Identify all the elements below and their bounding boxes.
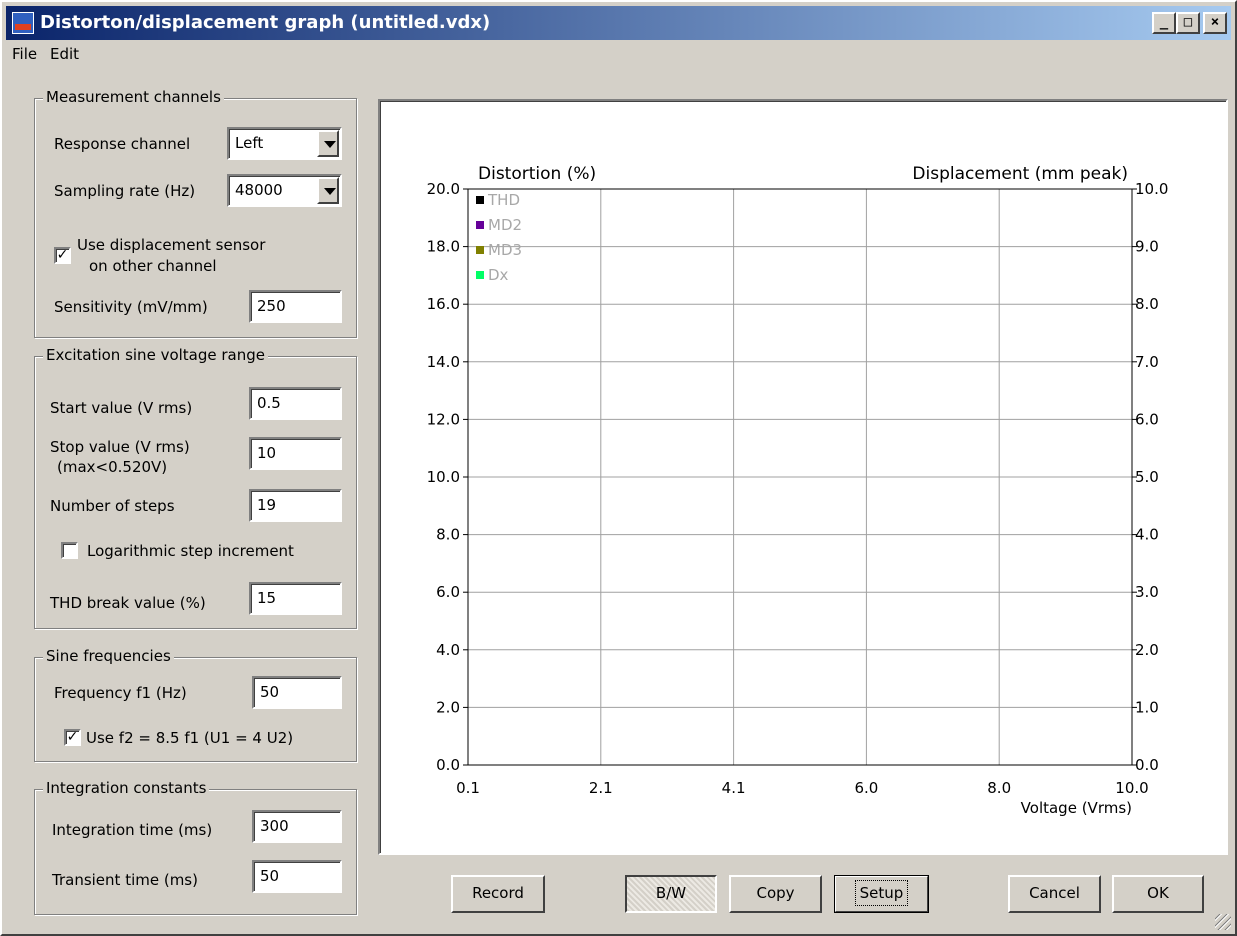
chevron-down-icon[interactable]	[317, 177, 339, 204]
legend-label: THD	[487, 191, 520, 209]
y-left-tick-label: 20.0	[427, 180, 460, 198]
use-displacement-checkbox[interactable]: ✓	[54, 247, 71, 264]
legend-swatch	[476, 221, 484, 229]
number-of-steps-input[interactable]: 19	[249, 489, 342, 522]
y-right-tick-label: 8.0	[1135, 295, 1159, 313]
graph-panel: 0.1 2.1 4.1 6.0 8.0 10.0 0.0 2.0 4.0 6.0 8.0 10.0 12…	[378, 99, 1228, 855]
copy-button[interactable]: Copy	[729, 875, 822, 913]
sampling-rate-value: 48000	[235, 181, 283, 199]
y-right-tick-label: 6.0	[1135, 410, 1159, 428]
y-right-axis-label: Displacement (mm peak)	[912, 164, 1128, 184]
bw-toggle-button[interactable]: B/W	[625, 875, 717, 913]
x-axis-label: Voltage (Vrms)	[1021, 799, 1132, 817]
transient-time-input[interactable]: 50	[252, 860, 342, 893]
y-right-tick-label: 0.0	[1135, 756, 1159, 774]
y-left-tick-label: 10.0	[427, 468, 460, 486]
menu-edit[interactable]: Edit	[50, 45, 79, 63]
y-left-axis-label: Distortion (%)	[478, 164, 596, 184]
chevron-down-icon[interactable]	[317, 130, 339, 157]
transient-time-label: Transient time (ms)	[52, 871, 198, 889]
menu-file[interactable]: File	[12, 45, 37, 63]
logarithmic-step-label: Logarithmic step increment	[87, 542, 294, 560]
group-legend: Measurement channels	[43, 88, 224, 106]
y-right-tick-label: 2.0	[1135, 641, 1159, 659]
record-button[interactable]: Record	[451, 875, 545, 913]
response-channel-select[interactable]: Left	[227, 127, 342, 160]
legend-label: MD3	[488, 241, 522, 259]
y-right-tick-label: 4.0	[1135, 526, 1159, 544]
number-of-steps-label: Number of steps	[50, 497, 175, 515]
legend-swatch	[476, 271, 484, 279]
stop-value-label: Stop value (V rms)	[50, 438, 190, 456]
legend-label: Dx	[488, 266, 509, 284]
x-tick-label: 2.1	[589, 779, 613, 797]
title-bar[interactable]: Distorton/displacement graph (untitled.v…	[6, 6, 1231, 40]
y-right-tick-label: 1.0	[1135, 698, 1159, 716]
sensitivity-label: Sensitivity (mV/mm)	[54, 298, 208, 316]
group-legend: Excitation sine voltage range	[43, 346, 268, 364]
y-left-tick-label: 18.0	[427, 238, 460, 256]
group-legend: Integration constants	[43, 779, 210, 797]
sampling-rate-label: Sampling rate (Hz)	[54, 182, 196, 200]
use-f2-checkbox[interactable]: ✓	[64, 729, 81, 746]
use-f2-label: Use f2 = 8.5 f1 (U1 = 4 U2)	[86, 729, 294, 747]
y-left-tick-label: 6.0	[436, 583, 460, 601]
use-displacement-label: Use displacement sensor	[77, 236, 266, 254]
frequency-f1-input[interactable]: 50	[252, 676, 342, 709]
stop-value-input[interactable]: 10	[249, 437, 342, 470]
y-left-tick-label: 14.0	[427, 353, 460, 371]
y-left-tick-label: 8.0	[436, 526, 460, 544]
integration-time-label: Integration time (ms)	[52, 821, 213, 839]
x-tick-label: 6.0	[854, 779, 878, 797]
thd-break-label: THD break value (%)	[50, 594, 206, 612]
response-channel-value: Left	[235, 134, 264, 152]
setup-button[interactable]: Setup	[834, 875, 929, 913]
legend-label: MD2	[488, 216, 522, 234]
stop-value-max-label: (max<0.520V)	[57, 458, 168, 476]
ok-button[interactable]: OK	[1112, 875, 1204, 913]
legend-swatch	[476, 196, 484, 204]
y-left-tick-label: 16.0	[427, 295, 460, 313]
y-left-tick-label: 12.0	[427, 410, 460, 428]
frequency-f1-label: Frequency f1 (Hz)	[54, 684, 187, 702]
start-value-label: Start value (V rms)	[50, 399, 193, 417]
app-icon[interactable]	[12, 12, 34, 34]
x-tick-label: 8.0	[987, 779, 1011, 797]
legend-swatch	[476, 246, 484, 254]
group-legend: Sine frequencies	[43, 647, 174, 665]
menu-bar: File Edit	[6, 42, 1231, 68]
setup-button-label: Setup	[854, 880, 909, 906]
y-left-tick-label: 2.0	[436, 698, 460, 716]
use-displacement-label-line2: on other channel	[89, 257, 217, 275]
y-right-tick-label: 10.0	[1135, 180, 1168, 198]
y-right-tick-label: 3.0	[1135, 583, 1159, 601]
distortion-chart: 0.1 2.1 4.1 6.0 8.0 10.0 0.0 2.0 4.0 6.0 8.0 10.0 12…	[427, 164, 1169, 817]
cancel-button[interactable]: Cancel	[1008, 875, 1101, 913]
x-tick-label: 4.1	[722, 779, 746, 797]
x-tick-label: 0.1	[456, 779, 480, 797]
y-right-tick-label: 5.0	[1135, 468, 1159, 486]
sensitivity-input[interactable]: 250	[249, 290, 342, 323]
window-title: Distorton/displacement graph (untitled.v…	[40, 12, 491, 33]
maximize-button[interactable]: □	[1176, 12, 1200, 34]
minimize-button[interactable]: _	[1152, 12, 1176, 34]
thd-break-input[interactable]: 15	[249, 582, 342, 615]
integration-constants-group: Integration constants	[34, 779, 357, 915]
y-left-tick-label: 0.0	[436, 756, 460, 774]
dialog-window: Distorton/displacement graph (untitled.v…	[0, 0, 1237, 936]
resize-grip[interactable]	[1215, 914, 1231, 930]
integration-time-input[interactable]: 300	[252, 810, 342, 843]
logarithmic-step-checkbox[interactable]	[61, 542, 78, 559]
y-right-tick-label: 9.0	[1135, 238, 1159, 256]
start-value-input[interactable]: 0.5	[249, 387, 342, 420]
sampling-rate-select[interactable]: 48000	[227, 174, 342, 207]
close-button[interactable]: ×	[1203, 12, 1227, 34]
y-left-tick-label: 4.0	[436, 641, 460, 659]
response-channel-label: Response channel	[54, 135, 191, 153]
y-right-tick-label: 7.0	[1135, 353, 1159, 371]
x-tick-label: 10.0	[1115, 779, 1148, 797]
